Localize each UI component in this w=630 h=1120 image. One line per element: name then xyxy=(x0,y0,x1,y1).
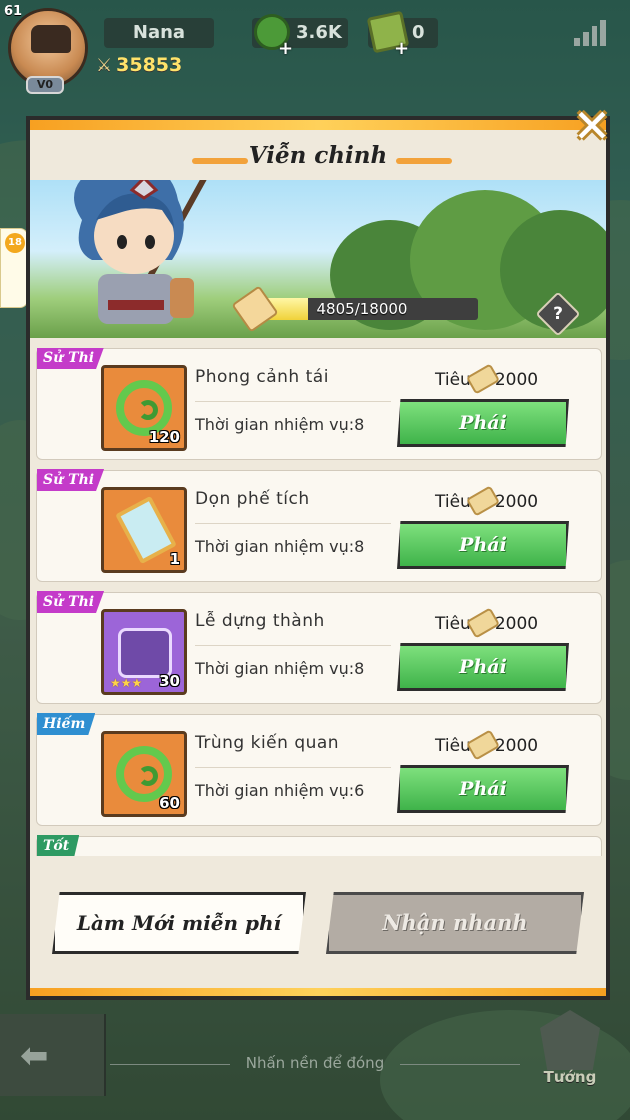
resource-scroll-value: 0 xyxy=(412,22,425,43)
combat-power-value: 35853 xyxy=(116,54,183,76)
vip-badge[interactable]: V0 xyxy=(26,76,64,94)
dispatch-button[interactable]: Phái xyxy=(397,765,569,813)
mission-list[interactable]: Sử Thi 120 Phong cảnh tái Thời gian nhiệ… xyxy=(36,348,602,856)
mission-card: Sử Thi ★★★ 30 Lễ dựng thành Thời gian nh… xyxy=(36,591,602,704)
mission-cost: Tiêu 2000 xyxy=(435,485,539,517)
modal-title: Viễn chinh xyxy=(248,142,388,169)
cost-label: Tiêu xyxy=(435,370,471,390)
puzzle-piece-icon xyxy=(118,628,172,678)
mission-time: Thời gian nhiệm vụ:8 xyxy=(195,659,365,678)
mission-time: Thời gian nhiệm vụ:8 xyxy=(195,415,365,434)
cost-value: 2000 xyxy=(494,492,539,512)
mission-cost: Tiêu 2000 xyxy=(435,363,539,395)
hero-tab[interactable]: Tướng xyxy=(530,1010,610,1100)
close-icon[interactable]: ✕ xyxy=(568,102,616,150)
reward-qty: 60 xyxy=(159,794,180,812)
age-rating: 18 xyxy=(5,233,25,253)
mission-cost: Tiêu 2000 xyxy=(435,607,539,639)
rarity-tag: Sử Thi xyxy=(37,591,105,613)
cost-value: 2000 xyxy=(494,370,539,390)
mission-card: Tốt xyxy=(36,835,602,856)
scroll-map-icon xyxy=(115,495,177,565)
expedition-progress-bar: 4805/18000 xyxy=(246,298,478,320)
dispatch-button[interactable]: Phái xyxy=(397,399,569,447)
hero-tab-label: Tướng xyxy=(543,1068,597,1086)
reward-qty: 30 xyxy=(159,672,180,690)
mission-name: Trùng kiến quan xyxy=(195,733,340,753)
mission-time: Thời gian nhiệm vụ:6 xyxy=(195,781,365,800)
plus-icon[interactable]: + xyxy=(278,34,293,64)
cost-value: 2000 xyxy=(494,614,539,634)
age-rating-badge: 18 xyxy=(0,228,28,308)
cost-value: 2000 xyxy=(494,736,539,756)
plus-icon[interactable]: + xyxy=(394,34,409,64)
combat-power: ⚔ 35853 xyxy=(96,52,182,78)
rarity-tag: Sử Thi xyxy=(37,469,105,491)
expedition-modal: Viễn chinh ✕ 4805/18000 ? Sử Thi 120 Pho… xyxy=(26,102,611,1000)
reward-item[interactable]: 120 xyxy=(101,365,187,451)
top-hud: 61 V0 Nana ⚔ 35853 + 3.6K + 0 xyxy=(0,0,630,110)
mission-name: Dọn phế tích xyxy=(195,489,310,509)
dispatch-button[interactable]: Phái xyxy=(397,521,569,569)
mission-time: Thời gian nhiệm vụ:8 xyxy=(195,537,365,556)
scroll-icon xyxy=(231,285,279,333)
resource-jade[interactable]: + 3.6K xyxy=(252,14,348,59)
helmet-icon xyxy=(540,1010,600,1070)
cost-label: Tiêu xyxy=(435,614,471,634)
hero-character-art xyxy=(74,180,207,324)
player-name: Nana xyxy=(104,18,214,48)
question-icon: ? xyxy=(553,304,563,324)
reward-qty: 1 xyxy=(169,550,180,568)
mission-cost: Tiêu 2000 xyxy=(435,729,539,761)
dispatch-button[interactable]: Phái xyxy=(397,643,569,691)
mission-name: Phong cảnh tái xyxy=(195,367,329,387)
reward-item[interactable]: 60 xyxy=(101,731,187,817)
modal-top-border xyxy=(30,120,606,130)
reward-qty: 120 xyxy=(148,428,180,446)
quick-claim-button[interactable]: Nhận nhanh xyxy=(326,892,584,954)
modal-bottom-border xyxy=(30,988,606,996)
mission-name: Lễ dựng thành xyxy=(195,611,325,631)
star-rating: ★★★ xyxy=(110,676,143,690)
signal-icon xyxy=(574,20,606,46)
free-refresh-button[interactable]: Làm Mới miễn phí xyxy=(52,892,306,954)
cost-label: Tiêu xyxy=(435,492,471,512)
mission-card: Sử Thi 1 Dọn phế tích Thời gian nhiệm vụ… xyxy=(36,469,602,582)
reward-item[interactable]: 1 xyxy=(101,487,187,573)
rarity-tag: Hiếm xyxy=(37,713,96,735)
player-level: 61 xyxy=(4,4,23,19)
resource-scroll[interactable]: + 0 xyxy=(366,10,438,59)
expedition-banner: 4805/18000 ? xyxy=(30,180,606,338)
rarity-tag: Tốt xyxy=(37,835,80,856)
mission-card: Sử Thi 120 Phong cảnh tái Thời gian nhiệ… xyxy=(36,348,602,460)
mission-card: Hiếm 60 Trùng kiến quan Thời gian nhiệm … xyxy=(36,713,602,826)
reward-item[interactable]: ★★★ 30 xyxy=(101,609,187,695)
rarity-tag: Sử Thi xyxy=(37,348,105,369)
crossed-swords-icon: ⚔ xyxy=(96,55,113,76)
expedition-progress-text: 4805/18000 xyxy=(316,300,408,318)
cost-label: Tiêu xyxy=(435,736,471,756)
resource-jade-value: 3.6K xyxy=(296,22,342,43)
